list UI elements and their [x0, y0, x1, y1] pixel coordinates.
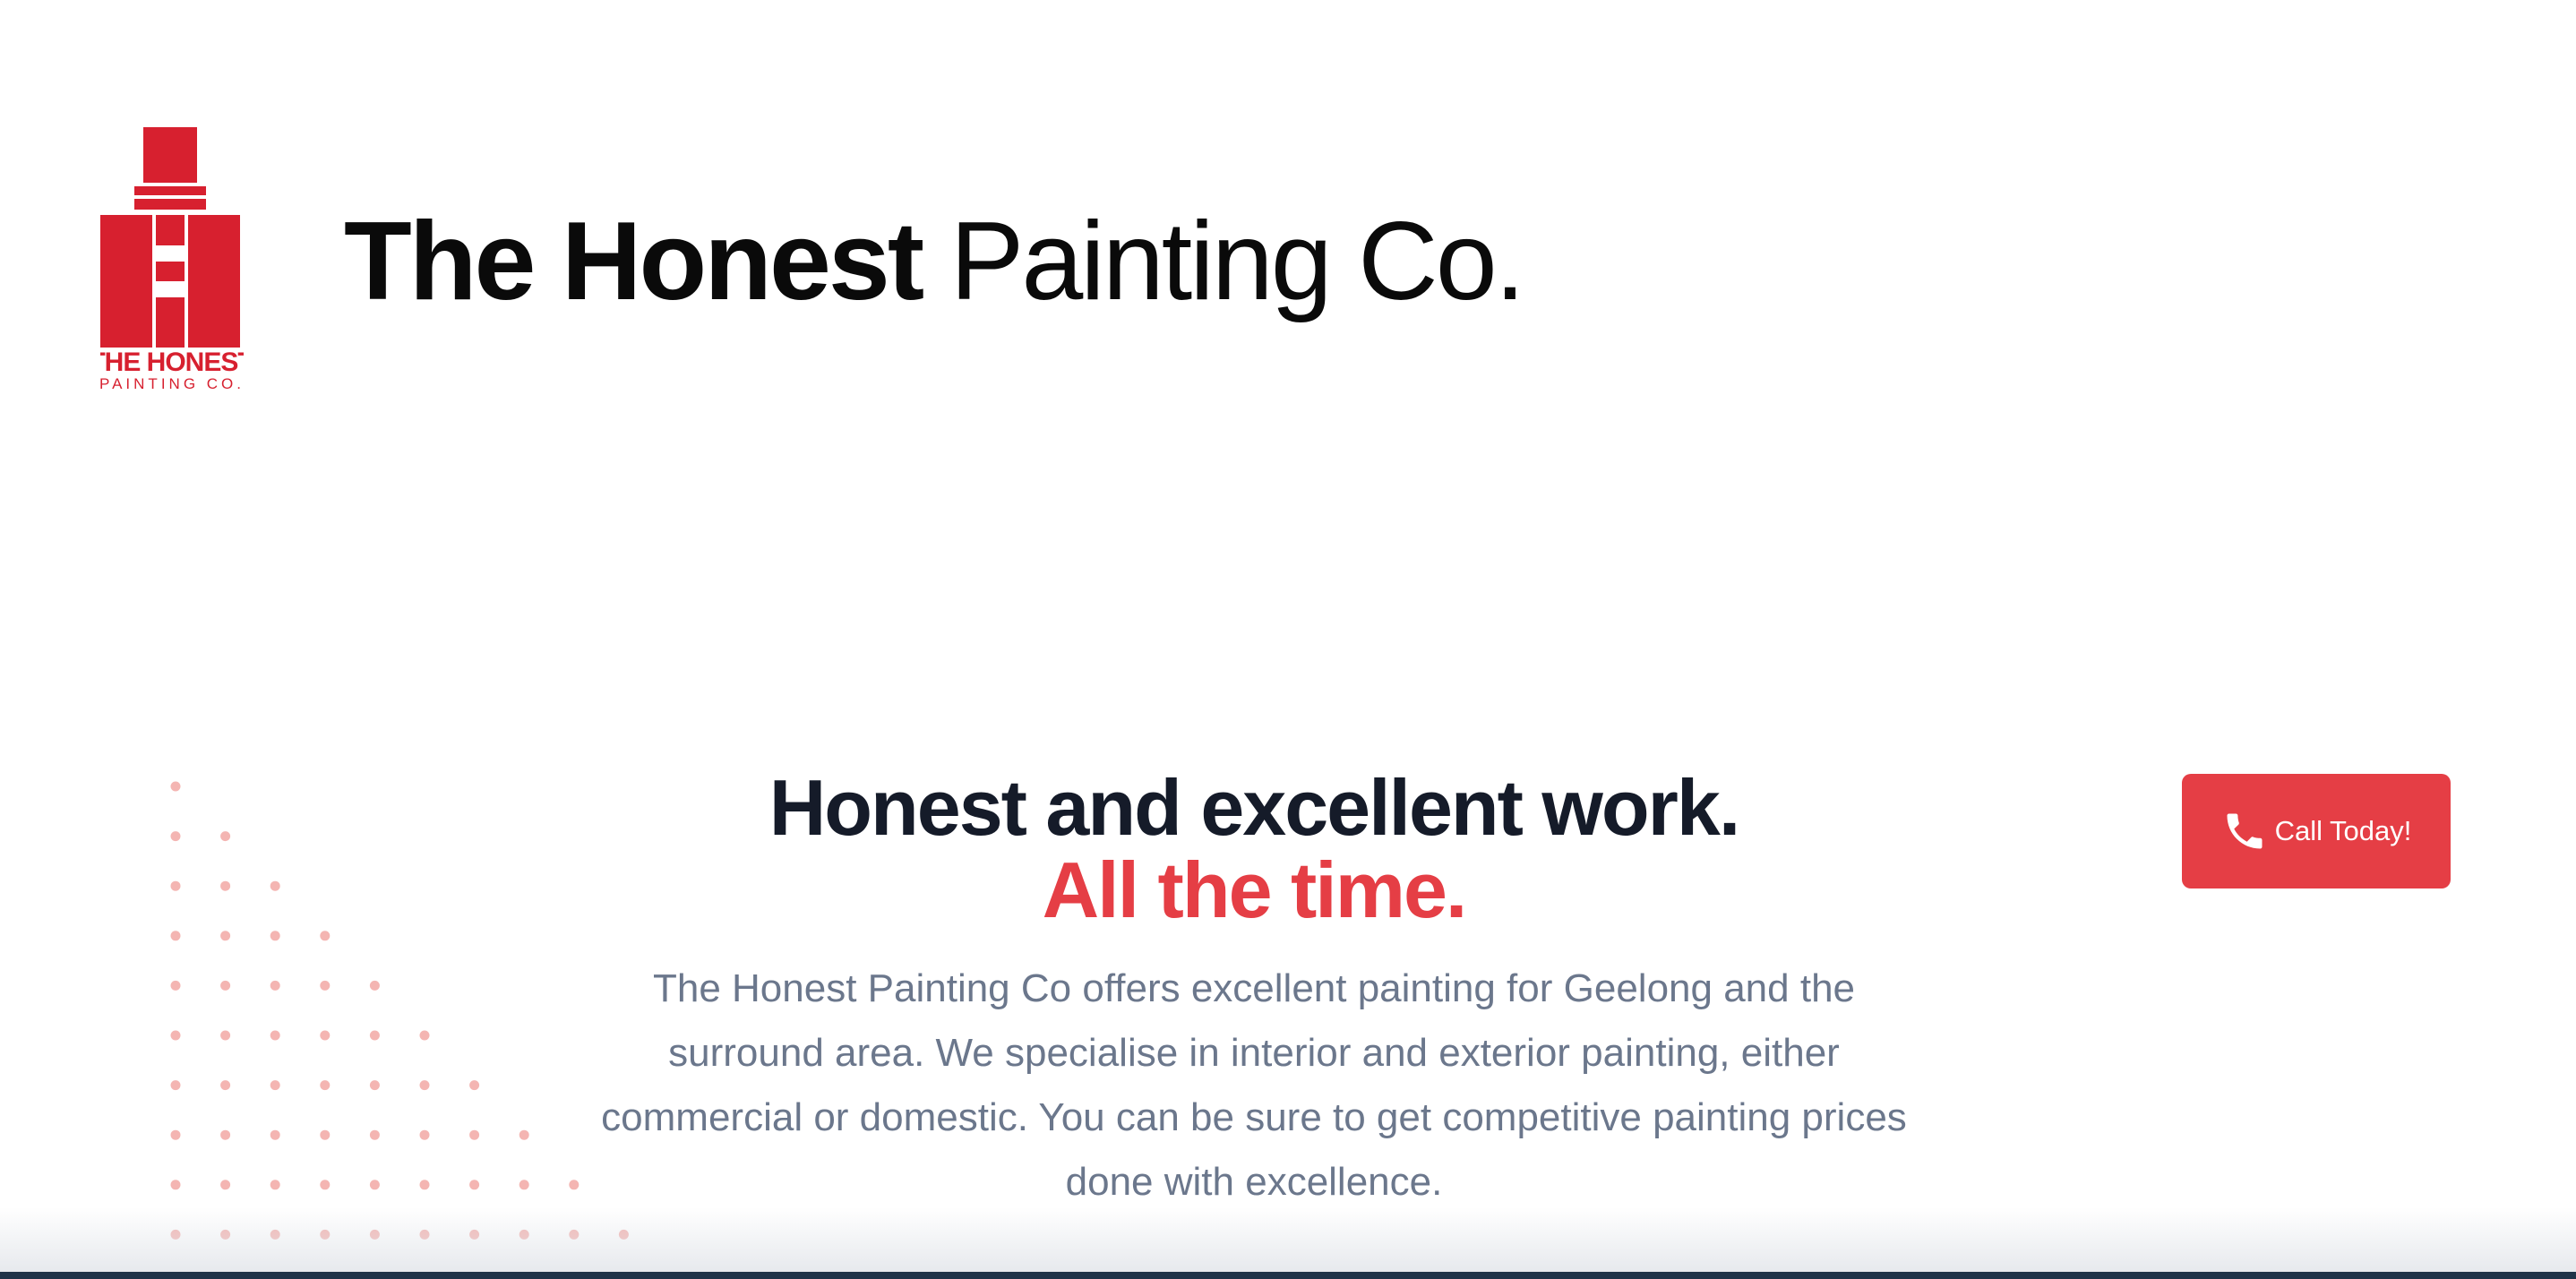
- next-section-edge: [0, 1272, 2576, 1279]
- decoration-dot: [220, 1180, 231, 1190]
- call-today-button[interactable]: Call Today!: [2182, 774, 2451, 888]
- decoration-dot: [369, 980, 380, 991]
- decoration-dot: [519, 1180, 529, 1190]
- site-title[interactable]: The Honest Painting Co.: [344, 199, 1526, 324]
- decoration-dot: [369, 1030, 380, 1041]
- decoration-dot: [220, 831, 231, 842]
- decoration-dot: [320, 931, 331, 941]
- decoration-dot: [270, 931, 280, 941]
- decoration-dot: [369, 1080, 380, 1091]
- decoration-dot: [469, 1180, 480, 1190]
- decoration-dot: [270, 1080, 280, 1091]
- site-logo[interactable]: THE HONEST PAINTING CO.: [100, 127, 244, 394]
- hero-description: The Honest Painting Co offers excellent …: [601, 966, 1907, 1204]
- decoration-dot: [519, 1129, 529, 1140]
- decoration-dot: [170, 1030, 181, 1041]
- phone-icon: [2227, 813, 2263, 849]
- decoration-dot: [270, 1129, 280, 1140]
- decoration-dot: [469, 1080, 480, 1091]
- decoration-dot: [170, 880, 181, 891]
- decoration-dot: [170, 781, 181, 792]
- site-header: THE HONEST PAINTING CO. The Honest Paint…: [0, 0, 2576, 412]
- decoration-dot: [220, 1129, 231, 1140]
- decoration-dot: [419, 1030, 430, 1041]
- section-bottom-shadow: [0, 1207, 2576, 1279]
- decoration-dot: [220, 980, 231, 991]
- decoration-dot: [369, 1129, 380, 1140]
- decoration-dot: [170, 831, 181, 842]
- hero-section: Honest and excellent work. All the time.…: [537, 767, 1971, 1215]
- logo-text-line2: PAINTING CO.: [100, 375, 244, 392]
- decoration-dot: [220, 1030, 231, 1041]
- decoration-dot: [270, 1030, 280, 1041]
- logo-text-line1: THE HONEST: [100, 348, 244, 377]
- decoration-dot: [170, 980, 181, 991]
- decoration-dot: [270, 880, 280, 891]
- decoration-dot: [419, 1129, 430, 1140]
- logo-graphic: THE HONEST PAINTING CO.: [100, 127, 244, 392]
- decoration-dot: [170, 1129, 181, 1140]
- decoration-dot: [469, 1129, 480, 1140]
- decoration-dot: [270, 1180, 280, 1190]
- decoration-dot: [220, 1080, 231, 1091]
- decoration-dot: [270, 980, 280, 991]
- decoration-dot: [419, 1080, 430, 1091]
- hero-headline: Honest and excellent work.: [769, 763, 1741, 852]
- hero-headline-accent: All the time.: [1042, 846, 1468, 934]
- decoration-dot: [170, 1180, 181, 1190]
- decoration-dot: [419, 1180, 430, 1190]
- decoration-dot: [320, 1180, 331, 1190]
- call-today-label: Call Today!: [2274, 815, 2412, 846]
- decoration-dot: [320, 1129, 331, 1140]
- decoration-dot: [320, 980, 331, 991]
- site-title-bold: The Honest: [344, 200, 924, 323]
- decoration-dot: [369, 1180, 380, 1190]
- decoration-dot: [320, 1030, 331, 1041]
- decoration-dot: [220, 880, 231, 891]
- decoration-dot: [320, 1080, 331, 1091]
- decoration-dot: [170, 931, 181, 941]
- site-title-light: Painting Co.: [949, 200, 1526, 323]
- decoration-dot: [170, 1080, 181, 1091]
- decoration-dot: [220, 931, 231, 941]
